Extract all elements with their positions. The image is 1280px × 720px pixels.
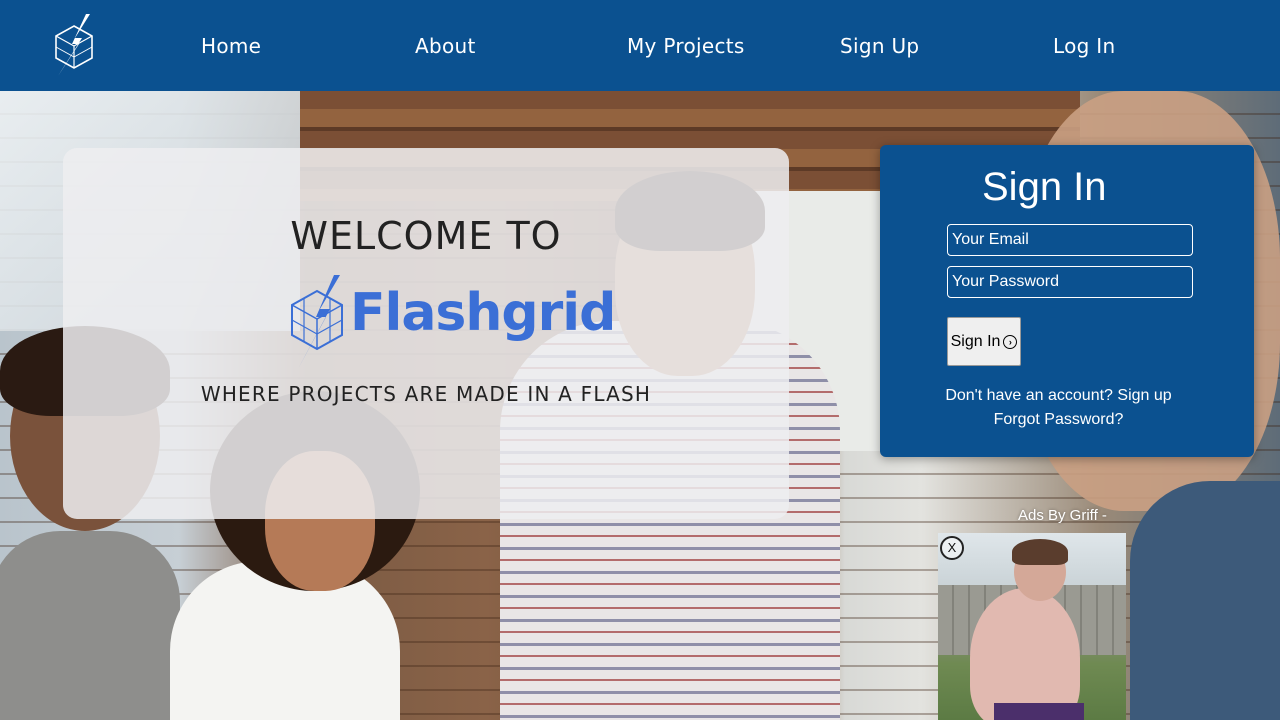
email-field[interactable] [947, 224, 1193, 256]
forgot-password-link[interactable]: Forgot Password? [880, 411, 1237, 429]
background-person-right-shirt [1130, 481, 1280, 720]
top-nav: Home About My Projects Sign Up Log In [0, 0, 1280, 91]
lightning-cube-icon[interactable] [52, 12, 96, 78]
ad-person-hair [1012, 539, 1068, 565]
welcome-heading: WELCOME TO [290, 214, 562, 258]
sign-up-link[interactable]: Sign up [1117, 387, 1171, 404]
ad-person-shorts [994, 703, 1084, 720]
ad-person-body [970, 588, 1080, 720]
background-person-left-shirt [0, 531, 180, 720]
sign-in-button-label: Sign In [950, 332, 1001, 350]
brand-logo-row: Flashgrid [288, 273, 616, 373]
brand-name: Flashgrid [350, 283, 616, 343]
nav-home-link[interactable]: Home [201, 34, 261, 58]
sign-in-button[interactable]: Sign In › [947, 317, 1021, 366]
nav-my-projects-link[interactable]: My Projects [627, 34, 745, 58]
nav-sign-up-link[interactable]: Sign Up [840, 34, 919, 58]
nav-log-in-link[interactable]: Log In [1053, 34, 1115, 58]
sign-in-title: Sign In [982, 165, 1107, 209]
ads-label: Ads By Griff - [1018, 507, 1107, 524]
arrow-right-circle-icon: › [1003, 334, 1018, 349]
password-field[interactable] [947, 266, 1193, 298]
ad-close-button[interactable]: X [940, 536, 964, 560]
flashgrid-logo-icon [291, 275, 343, 369]
signup-prompt-text: Don't have an account? [945, 387, 1113, 404]
nav-about-link[interactable]: About [415, 34, 476, 58]
sign-in-card: Sign In Sign In › Don't have an account?… [880, 145, 1254, 457]
ad-image[interactable]: X [938, 533, 1126, 720]
welcome-card: WELCOME TO Flashgrid WHERE PROJECTS ARE … [63, 148, 789, 519]
tagline: WHERE PROJECTS ARE MADE IN A FLASH [200, 382, 652, 406]
signup-prompt-line: Don't have an account? Sign up [880, 387, 1237, 405]
